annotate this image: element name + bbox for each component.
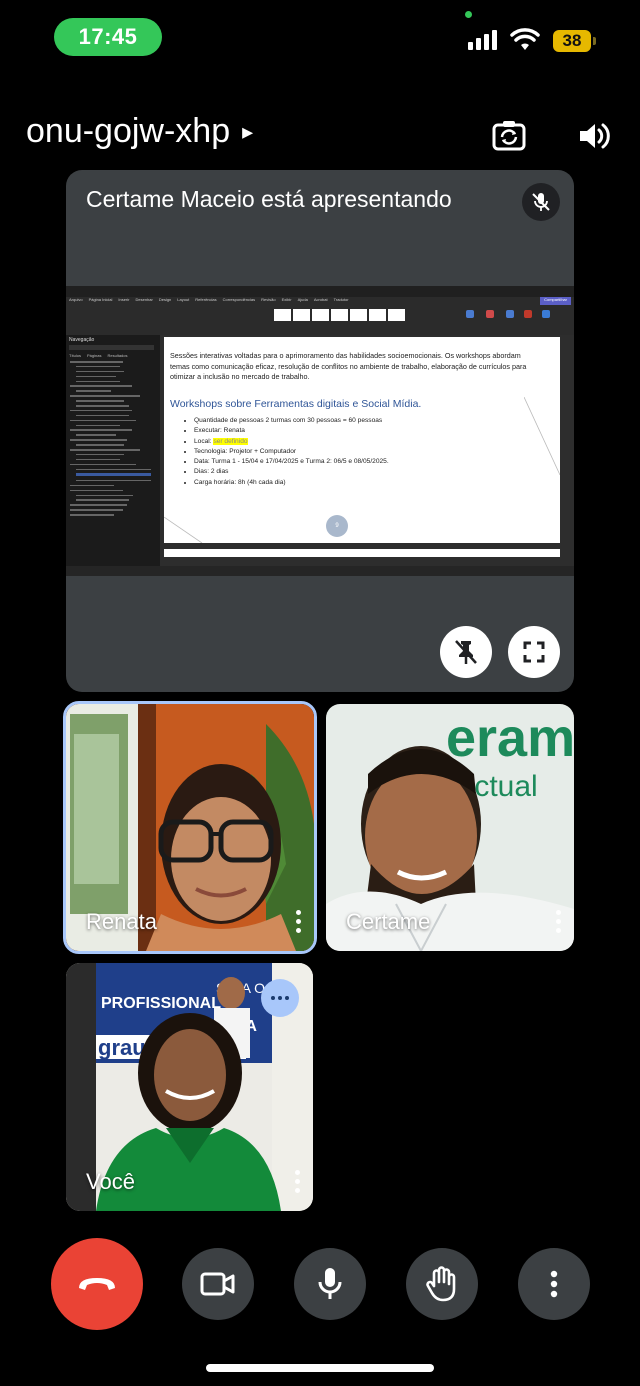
- menu-item: Layout: [177, 297, 190, 302]
- page-decoration: [164, 517, 203, 543]
- nav-outline: [70, 361, 158, 519]
- meeting-code-text: onu-gojw-xhp: [26, 112, 231, 150]
- more-vert-icon: [550, 1270, 558, 1298]
- doc-heading: Workshops sobre Ferramentas digitais e S…: [170, 398, 422, 410]
- presenter-title: Certame Maceio está apresentando: [86, 186, 452, 212]
- camera-icon: [200, 1272, 235, 1296]
- camera-in-use-indicator: [465, 11, 472, 18]
- more-horiz-icon[interactable]: [261, 979, 299, 1017]
- participant-name: Certame: [346, 909, 431, 934]
- svg-text:grau: grau: [98, 1035, 146, 1060]
- navigation-pane: Navegação Títulos Páginas Resultados: [66, 335, 161, 566]
- menu-item: Desenhar: [135, 297, 153, 302]
- participant-tile-renata[interactable]: Renata: [63, 701, 317, 954]
- app-menu-bar: Arquivo Página Inicial Inserir Desenhar …: [66, 297, 574, 305]
- presentation-tile[interactable]: Certame Maceio está apresentando Arquivo…: [66, 170, 574, 692]
- participant-name: Você: [86, 1169, 135, 1194]
- fullscreen-button[interactable]: [508, 626, 560, 678]
- more-options-button[interactable]: [518, 1248, 590, 1320]
- document-area: Sessões interativas voltadas para o apri…: [160, 335, 574, 566]
- menu-item: Acrobat: [313, 297, 328, 302]
- window-titlebar: [66, 286, 574, 297]
- more-vert-icon[interactable]: [554, 910, 562, 933]
- document-page: Sessões interativas voltadas para o apri…: [164, 337, 560, 543]
- highlighted-text: ser definido: [213, 437, 248, 445]
- microphone-button[interactable]: [294, 1248, 366, 1320]
- page-decoration: [524, 397, 560, 476]
- unpin-icon: [455, 640, 477, 664]
- menu-item: Arquivo: [69, 297, 83, 302]
- svg-text:PROFISSIONAL: PROFISSIONAL: [101, 995, 221, 1012]
- participant-tile-self[interactable]: SEJA O PROFISSIONAL PROCURA grau Você: [66, 963, 313, 1211]
- chevron-right-icon: ▸: [242, 118, 254, 144]
- menu-item: Ajuda: [297, 297, 308, 302]
- more-vert-icon[interactable]: [293, 1170, 301, 1193]
- switch-camera-icon[interactable]: [491, 118, 527, 154]
- nav-tab: Resultados: [107, 353, 128, 358]
- end-call-button[interactable]: [51, 1238, 143, 1330]
- nav-tab: Páginas: [87, 353, 102, 358]
- wifi-icon: [510, 28, 540, 50]
- menu-item: Referências: [195, 297, 217, 302]
- more-vert-icon[interactable]: [294, 910, 302, 933]
- status-time: 17:45: [54, 18, 162, 56]
- fullscreen-icon: [523, 641, 545, 663]
- speaker-icon[interactable]: [576, 118, 612, 154]
- app-ribbon: [66, 305, 574, 336]
- end-call-icon: [79, 1278, 115, 1290]
- doc-bullet-item: Quantidade de pessoas 2 turmas com 30 pe…: [194, 416, 389, 426]
- raise-hand-icon: [426, 1266, 456, 1302]
- menu-item: Inserir: [118, 297, 130, 302]
- meeting-code[interactable]: onu-gojw-xhp ▸: [26, 112, 253, 151]
- mic-icon: [318, 1268, 342, 1299]
- participant-name: Renata: [86, 909, 157, 934]
- shared-screen: Arquivo Página Inicial Inserir Desenhar …: [66, 286, 574, 576]
- doc-bullet-item: Carga horária: 8h (4h cada dia): [194, 478, 389, 488]
- menu-item: Exibir: [281, 297, 292, 302]
- svg-text:erame: erame: [446, 708, 574, 768]
- doc-intro-paragraph: Sessões interativas voltadas para o apri…: [170, 351, 527, 381]
- doc-bullet-item: Executar: Renata: [194, 426, 389, 436]
- nav-pane-title: Navegação: [69, 337, 95, 343]
- participant-tile-certame[interactable]: erame riectual Certame: [326, 704, 574, 951]
- camera-button[interactable]: [182, 1248, 254, 1320]
- menu-item: Design: [158, 297, 172, 302]
- style-gallery: [274, 309, 405, 321]
- nav-search-box: [69, 345, 154, 350]
- app-status-bar: [66, 566, 574, 576]
- mic-off-icon: [522, 183, 560, 221]
- menu-item: Tradutor: [333, 297, 349, 302]
- doc-bullet-item: Local: ser definido: [194, 437, 389, 447]
- home-indicator[interactable]: [206, 1364, 434, 1372]
- cell-signal-icon: [468, 30, 497, 50]
- menu-item: Correspondências: [222, 297, 256, 302]
- doc-bullet-item: Tecnologia: Projetor + Computador: [194, 447, 389, 457]
- doc-bullet-item: Dias: 2 dias: [194, 467, 389, 477]
- raise-hand-button[interactable]: [406, 1248, 478, 1320]
- page-number-badge: 9: [326, 515, 348, 537]
- unpin-button[interactable]: [440, 626, 492, 678]
- battery-icon: 38: [553, 30, 596, 52]
- menu-item: Página Inicial: [88, 297, 113, 302]
- next-document-page: [164, 549, 560, 557]
- nav-tab: Títulos: [69, 353, 82, 358]
- share-button: Compartilhar: [540, 297, 571, 305]
- menu-item: Revisão: [261, 297, 276, 302]
- doc-bullet-item: Data: Turma 1 - 15/04 e 17/04/2025 e Tur…: [194, 457, 389, 467]
- nav-tabs: Títulos Páginas Resultados: [69, 353, 128, 358]
- doc-bullet-list: Quantidade de pessoas 2 turmas com 30 pe…: [182, 416, 389, 488]
